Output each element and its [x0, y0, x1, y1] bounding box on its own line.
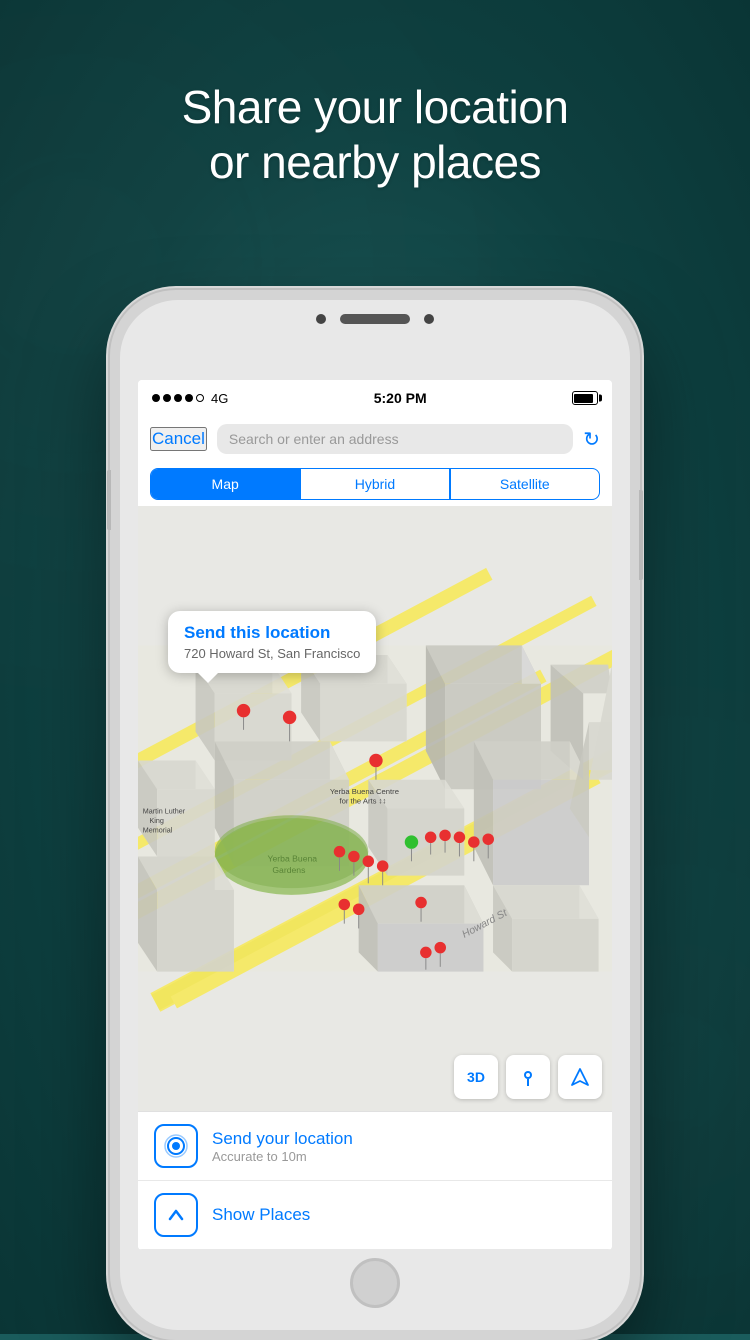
battery-indicator [572, 391, 598, 405]
phone-frame: 4G 5:20 PM Cancel Search or enter an add… [110, 290, 640, 1340]
bubble-address: 720 Howard St, San Francisco [184, 646, 360, 661]
svg-text:Martin Luther: Martin Luther [143, 806, 186, 815]
cancel-button[interactable]: Cancel [150, 427, 207, 451]
search-field[interactable]: Search or enter an address [217, 424, 573, 454]
svg-text:Gardens: Gardens [272, 865, 305, 875]
speaker [340, 314, 410, 324]
show-places-item[interactable]: Show Places [138, 1181, 612, 1250]
signal-dot-1 [152, 394, 160, 402]
map-area[interactable]: Yerba Buena Gardens [138, 506, 612, 1111]
phone-inner: 4G 5:20 PM Cancel Search or enter an add… [120, 300, 630, 1330]
svg-text:King: King [150, 816, 164, 825]
svg-text:Yerba Buena Centre: Yerba Buena Centre [330, 787, 399, 796]
pin-button[interactable] [506, 1055, 550, 1099]
signal-dot-4 [185, 394, 193, 402]
send-location-title: Send your location [212, 1129, 353, 1149]
show-places-text: Show Places [212, 1205, 310, 1225]
map-svg: Yerba Buena Gardens [138, 506, 612, 1111]
3d-button[interactable]: 3D [454, 1055, 498, 1099]
navigate-icon [570, 1067, 590, 1087]
navigation-button[interactable] [558, 1055, 602, 1099]
svg-text:for the Arts ↕↕: for the Arts ↕↕ [339, 797, 386, 806]
current-location-icon [164, 1134, 188, 1158]
send-location-item[interactable]: Send your location Accurate to 10m [138, 1112, 612, 1181]
signal-dot-5 [196, 394, 204, 402]
segment-satellite[interactable]: Satellite [451, 469, 599, 499]
header-line1: Share your location [182, 81, 569, 133]
header-text: Share your location or nearby places [0, 80, 750, 190]
header-line2: or nearby places [209, 136, 541, 188]
chevron-up-icon [165, 1204, 187, 1226]
location-icon-box [154, 1124, 198, 1168]
segment-hybrid[interactable]: Hybrid [301, 469, 449, 499]
bubble-arrow [198, 673, 218, 683]
segment-control: Map Hybrid Satellite [150, 468, 600, 500]
power-button [639, 490, 643, 580]
home-button[interactable] [350, 1258, 400, 1308]
send-location-text: Send your location Accurate to 10m [212, 1129, 353, 1164]
location-bubble[interactable]: Send this location 720 Howard St, San Fr… [168, 611, 376, 673]
screen: 4G 5:20 PM Cancel Search or enter an add… [138, 380, 612, 1250]
search-placeholder: Search or enter an address [229, 431, 399, 447]
show-places-title: Show Places [212, 1205, 310, 1225]
status-bar: 4G 5:20 PM [138, 380, 612, 416]
bottom-list: Send your location Accurate to 10m Show … [138, 1111, 612, 1250]
network-type: 4G [211, 391, 228, 406]
chevron-icon-box [154, 1193, 198, 1237]
front-camera [316, 314, 326, 324]
time-display: 5:20 PM [374, 390, 427, 406]
bubble-title: Send this location [184, 623, 360, 643]
phone-top-hardware [120, 314, 630, 324]
search-bar-area: Cancel Search or enter an address ↻ [138, 416, 612, 462]
segment-map[interactable]: Map [151, 469, 299, 499]
sensor [424, 314, 434, 324]
svg-text:Memorial: Memorial [143, 825, 173, 834]
signal-dot-2 [163, 394, 171, 402]
signal-dot-3 [174, 394, 182, 402]
battery-fill [574, 394, 593, 403]
signal-indicator: 4G [152, 391, 228, 406]
volume-button [107, 470, 111, 530]
pin-icon [518, 1067, 538, 1087]
map-controls: 3D [454, 1055, 602, 1099]
send-location-subtitle: Accurate to 10m [212, 1149, 353, 1164]
svg-text:Yerba Buena: Yerba Buena [268, 853, 318, 863]
refresh-button[interactable]: ↻ [583, 427, 600, 452]
